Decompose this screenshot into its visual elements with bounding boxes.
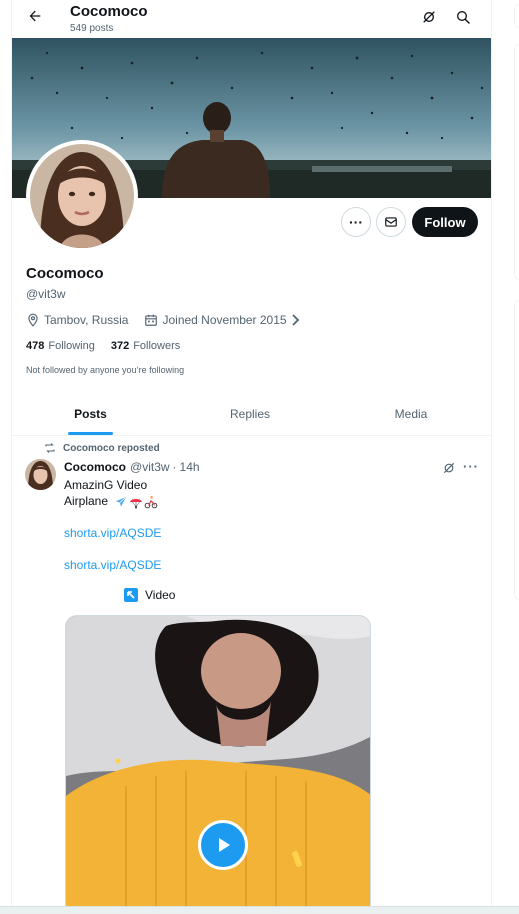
active-tab-indicator xyxy=(68,432,113,435)
post-link-1[interactable]: shorta.vip/AQSDE xyxy=(64,526,161,540)
sidebar-card xyxy=(514,4,519,28)
profile-meta: Tambov, Russia Joined November 2015 xyxy=(26,312,301,328)
post-more-button[interactable]: ··· xyxy=(463,459,479,474)
post-avatar-image xyxy=(25,459,56,490)
not-followed-note: Not followed by anyone you’re following xyxy=(26,365,185,375)
emoji-group xyxy=(114,495,158,509)
location-pin-icon xyxy=(26,313,40,327)
repost-text: Cocomoco reposted xyxy=(63,442,160,454)
profile-name: Cocomoco xyxy=(26,265,104,282)
post-avatar[interactable] xyxy=(25,459,56,490)
search-icon xyxy=(457,11,470,24)
chevron-right-icon[interactable] xyxy=(291,314,301,326)
envelope-icon xyxy=(385,217,397,227)
profile-handle: @vit3w xyxy=(26,287,66,301)
following-count: 478 xyxy=(26,340,45,352)
grok-icon xyxy=(423,11,435,23)
sidebar-card xyxy=(514,300,519,600)
post-text-line2: Airplane xyxy=(64,494,109,508)
post-grok-button[interactable] xyxy=(439,458,459,478)
grok-button[interactable] xyxy=(418,6,440,28)
profile-avatar[interactable] xyxy=(26,140,138,252)
bottom-strip xyxy=(0,906,519,914)
followers-count: 372 xyxy=(110,340,130,352)
post-media[interactable] xyxy=(65,615,371,914)
follow-stats: 478 Following 372 Followers xyxy=(26,340,196,352)
video-label-text: Video xyxy=(145,588,176,602)
post-count: 549 posts xyxy=(70,23,114,34)
tab-replies[interactable]: Replies xyxy=(212,392,288,436)
left-rail xyxy=(0,0,12,914)
post-separator: · xyxy=(172,460,177,474)
repost-indicator[interactable]: Cocomoco reposted xyxy=(44,442,160,454)
arrow-icon xyxy=(124,588,138,602)
post-text-line1: AmazinG Video xyxy=(64,478,148,492)
tab-posts[interactable]: Posts xyxy=(52,392,129,436)
followers-label: Followers xyxy=(133,340,181,352)
play-button[interactable] xyxy=(198,820,248,870)
avatar-image xyxy=(30,144,134,248)
follow-button[interactable]: Follow xyxy=(412,207,478,237)
post-link-2[interactable]: shorta.vip/AQSDE xyxy=(64,558,161,572)
post-author-handle[interactable]: @vit3w xyxy=(130,460,170,474)
profile-joined: Joined November 2015 xyxy=(162,313,287,327)
play-icon xyxy=(219,838,230,852)
grok-icon xyxy=(443,462,455,474)
calendar-icon xyxy=(144,313,158,327)
profile-header: Cocomoco 549 posts xyxy=(12,0,491,38)
header-title: Cocomoco xyxy=(70,3,148,20)
cyclist-emoji xyxy=(145,495,158,509)
sidebar-card xyxy=(514,44,519,280)
post-header: Cocomoco @vit3w · 14h xyxy=(64,460,200,474)
arrow-left-icon xyxy=(29,10,41,22)
following-link[interactable]: 478 Following xyxy=(26,340,95,352)
more-options-button[interactable]: ··· xyxy=(341,207,371,237)
message-button[interactable] xyxy=(376,207,406,237)
profile-tabs: Posts Replies Media xyxy=(12,392,491,436)
post-author-name[interactable]: Cocomoco xyxy=(64,460,126,474)
followers-link[interactable]: 372 Followers xyxy=(111,340,180,352)
profile-location: Tambov, Russia xyxy=(44,313,129,327)
video-label[interactable]: Video xyxy=(124,588,175,602)
repost-icon xyxy=(44,442,56,454)
back-button[interactable] xyxy=(24,5,46,27)
following-label: Following xyxy=(48,340,95,352)
airplane-emoji xyxy=(116,496,127,507)
profile-column: Cocomoco 549 posts ··· Follow Cocomoco @… xyxy=(12,0,491,914)
tab-media[interactable]: Media xyxy=(372,392,450,436)
parachute-emoji xyxy=(130,498,143,509)
post-text-line2-row: Airplane xyxy=(64,494,158,509)
search-button[interactable] xyxy=(452,6,474,28)
post-time[interactable]: 14h xyxy=(180,460,200,474)
